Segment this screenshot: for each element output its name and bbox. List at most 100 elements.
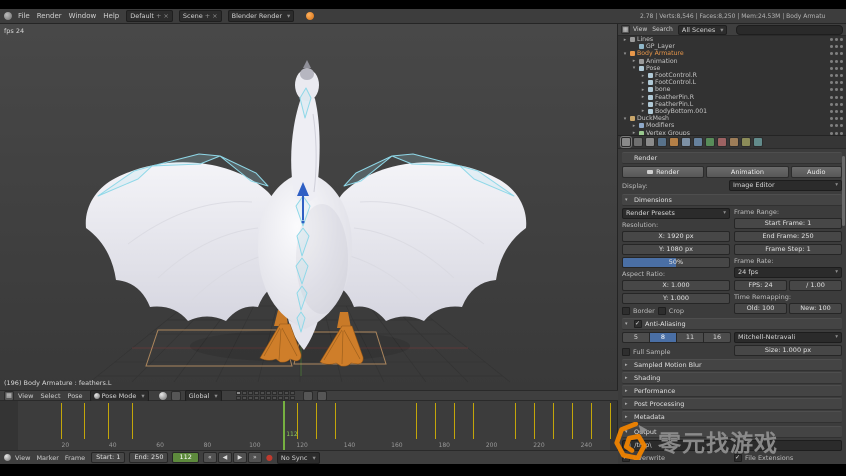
jump-end-button[interactable]: » bbox=[248, 452, 262, 463]
resolution-y-field[interactable]: Y: 1080 px bbox=[622, 244, 730, 255]
aa-samples-8-button[interactable]: 8 bbox=[649, 332, 677, 343]
full-sample-checkbox[interactable] bbox=[622, 348, 630, 356]
aa-samples-5-button[interactable]: 5 bbox=[622, 332, 650, 343]
mode-select[interactable]: Pose Mode ▾ bbox=[90, 390, 149, 402]
playhead[interactable]: 112 bbox=[283, 401, 285, 450]
aa-samples-16-button[interactable]: 16 bbox=[703, 332, 731, 343]
panel-header-performance[interactable]: ▸Performance bbox=[622, 385, 842, 397]
restrict-icons[interactable] bbox=[830, 38, 843, 41]
add-scene-icon[interactable]: + bbox=[205, 12, 210, 20]
start-frame-field[interactable]: Start: 1 bbox=[91, 452, 125, 463]
outliner-editor-icon[interactable]: ▦ bbox=[621, 25, 630, 34]
outliner-view-menu[interactable]: View bbox=[633, 26, 647, 33]
outliner-item-duckmesh[interactable]: ▾DuckMesh bbox=[618, 115, 846, 122]
panel-header-sampled-motion-blur[interactable]: ▸Sampled Motion Blur bbox=[622, 359, 842, 371]
particles-tab-icon[interactable] bbox=[741, 137, 751, 147]
display-select[interactable]: Image Editor ▾ bbox=[729, 180, 842, 191]
aa-filter-select[interactable]: Mitchell-Netravali ▾ bbox=[734, 332, 842, 343]
panel-header-dimensions[interactable]: ▾ Dimensions bbox=[622, 194, 842, 206]
add-layout-icon[interactable]: + bbox=[156, 12, 161, 20]
timeline-marker-menu[interactable]: Marker bbox=[36, 454, 58, 462]
outliner-item-footcontrol-l[interactable]: ▸FootControl.L bbox=[618, 79, 846, 86]
outliner-item-modifiers[interactable]: ▸Modifiers bbox=[618, 122, 846, 129]
outliner-item-gp-layer[interactable]: GP_Layer bbox=[618, 43, 846, 50]
keyframe-marker[interactable] bbox=[454, 403, 455, 439]
menu-file[interactable]: File bbox=[18, 12, 30, 20]
restrict-icons[interactable] bbox=[830, 67, 843, 70]
jump-start-button[interactable]: « bbox=[203, 452, 217, 463]
layers-widget[interactable] bbox=[236, 391, 295, 400]
start-frame-prop-field[interactable]: Start Frame: 1 bbox=[734, 218, 842, 229]
outliner-item-bodybottom-001[interactable]: ▸BodyBottom.001 bbox=[618, 108, 846, 115]
outliner-item-featherpin-r[interactable]: ▸FeatherPin.R bbox=[618, 94, 846, 101]
end-frame-field[interactable]: End: 250 bbox=[129, 452, 168, 463]
frame-step-field[interactable]: Frame Step: 1 bbox=[734, 244, 842, 255]
resolution-percentage-slider[interactable]: 50% bbox=[622, 257, 730, 268]
outliner-item-pose[interactable]: ▾Pose bbox=[618, 65, 846, 72]
record-button[interactable]: ● bbox=[266, 454, 273, 462]
expand-icon[interactable]: ▸ bbox=[622, 37, 628, 43]
expand-icon[interactable]: ▸ bbox=[631, 58, 637, 64]
expand-icon[interactable]: ▸ bbox=[631, 123, 637, 129]
constraints-tab-icon[interactable] bbox=[681, 137, 691, 147]
object-data-tab-icon[interactable] bbox=[705, 137, 715, 147]
expand-icon[interactable]: ▸ bbox=[640, 101, 646, 107]
outliner-item-bone[interactable]: ▸bone bbox=[618, 86, 846, 93]
restrict-icons[interactable] bbox=[830, 132, 843, 135]
render-presets-select[interactable]: Render Presets ▾ bbox=[622, 208, 730, 219]
keyframe-marker[interactable] bbox=[572, 403, 573, 439]
restrict-icons[interactable] bbox=[830, 96, 843, 99]
render-button[interactable]: Render bbox=[622, 166, 704, 178]
view-menu[interactable]: View bbox=[18, 392, 33, 400]
panel-header-shading[interactable]: ▸Shading bbox=[622, 372, 842, 384]
pose-menu[interactable]: Pose bbox=[68, 392, 83, 400]
close-layout-icon[interactable]: × bbox=[163, 12, 168, 20]
resolution-x-field[interactable]: X: 1920 px bbox=[622, 231, 730, 242]
viewport-3d[interactable]: fps 24 (196) Body Armature : feathers.L bbox=[0, 24, 618, 390]
close-scene-icon[interactable]: × bbox=[212, 12, 217, 20]
clock-icon[interactable] bbox=[4, 454, 11, 461]
screen-layout-select[interactable]: Default + × bbox=[126, 10, 173, 22]
keyframe-marker[interactable] bbox=[435, 403, 436, 439]
expand-icon[interactable]: ▸ bbox=[640, 87, 646, 93]
snap-magnet-icon[interactable] bbox=[303, 391, 313, 401]
sync-select[interactable]: No Sync ▾ bbox=[277, 452, 320, 464]
panel-header-post-processing[interactable]: ▸Post Processing bbox=[622, 398, 842, 410]
outliner-search-input[interactable] bbox=[736, 25, 843, 35]
render-engine-select[interactable]: Blender Render ▾ bbox=[228, 10, 295, 22]
outliner-display-mode-select[interactable]: All Scenes ▾ bbox=[678, 25, 728, 35]
keyframe-marker[interactable] bbox=[610, 403, 611, 439]
keyframe-marker[interactable] bbox=[553, 403, 554, 439]
physics-tab-icon[interactable] bbox=[753, 137, 763, 147]
outliner-item-featherpin-l[interactable]: ▸FeatherPin.L bbox=[618, 101, 846, 108]
aa-samples-11-button[interactable]: 11 bbox=[676, 332, 704, 343]
keyframe-marker[interactable] bbox=[515, 403, 516, 439]
restrict-icons[interactable] bbox=[830, 74, 843, 77]
blender-logo-icon[interactable] bbox=[4, 12, 12, 20]
aa-size-field[interactable]: Size: 1.000 px bbox=[734, 345, 842, 356]
current-frame-field[interactable]: 112 bbox=[172, 452, 198, 463]
render-tab-icon[interactable] bbox=[621, 137, 631, 147]
world-tab-icon[interactable] bbox=[657, 137, 667, 147]
scrollbar[interactable] bbox=[842, 156, 845, 226]
restrict-icons[interactable] bbox=[830, 81, 843, 84]
keyframe-marker[interactable] bbox=[591, 403, 592, 439]
expand-icon[interactable]: ▾ bbox=[631, 65, 637, 71]
fps-field[interactable]: FPS: 24 bbox=[734, 280, 787, 291]
keyframe-marker[interactable] bbox=[335, 403, 336, 439]
border-checkbox[interactable] bbox=[622, 307, 630, 315]
outliner-item-footcontrol-r[interactable]: ▸FootControl.R bbox=[618, 72, 846, 79]
anti-aliasing-checkbox[interactable] bbox=[634, 320, 642, 328]
restrict-icons[interactable] bbox=[830, 117, 843, 120]
expand-icon[interactable]: ▸ bbox=[640, 94, 646, 100]
material-tab-icon[interactable] bbox=[717, 137, 727, 147]
timeline-view-menu[interactable]: View bbox=[15, 454, 30, 462]
step-back-button[interactable]: ◀ bbox=[218, 452, 232, 463]
keyframe-marker[interactable] bbox=[416, 403, 417, 439]
keyframe-marker[interactable] bbox=[534, 403, 535, 439]
keyframe-marker[interactable] bbox=[473, 403, 474, 439]
keyframe-marker[interactable] bbox=[61, 403, 62, 439]
scene-tab-icon[interactable] bbox=[645, 137, 655, 147]
render-animation-button[interactable]: Animation bbox=[706, 166, 788, 178]
timeline-editor[interactable]: 112 20406080100120140160180200220240 bbox=[0, 401, 618, 450]
